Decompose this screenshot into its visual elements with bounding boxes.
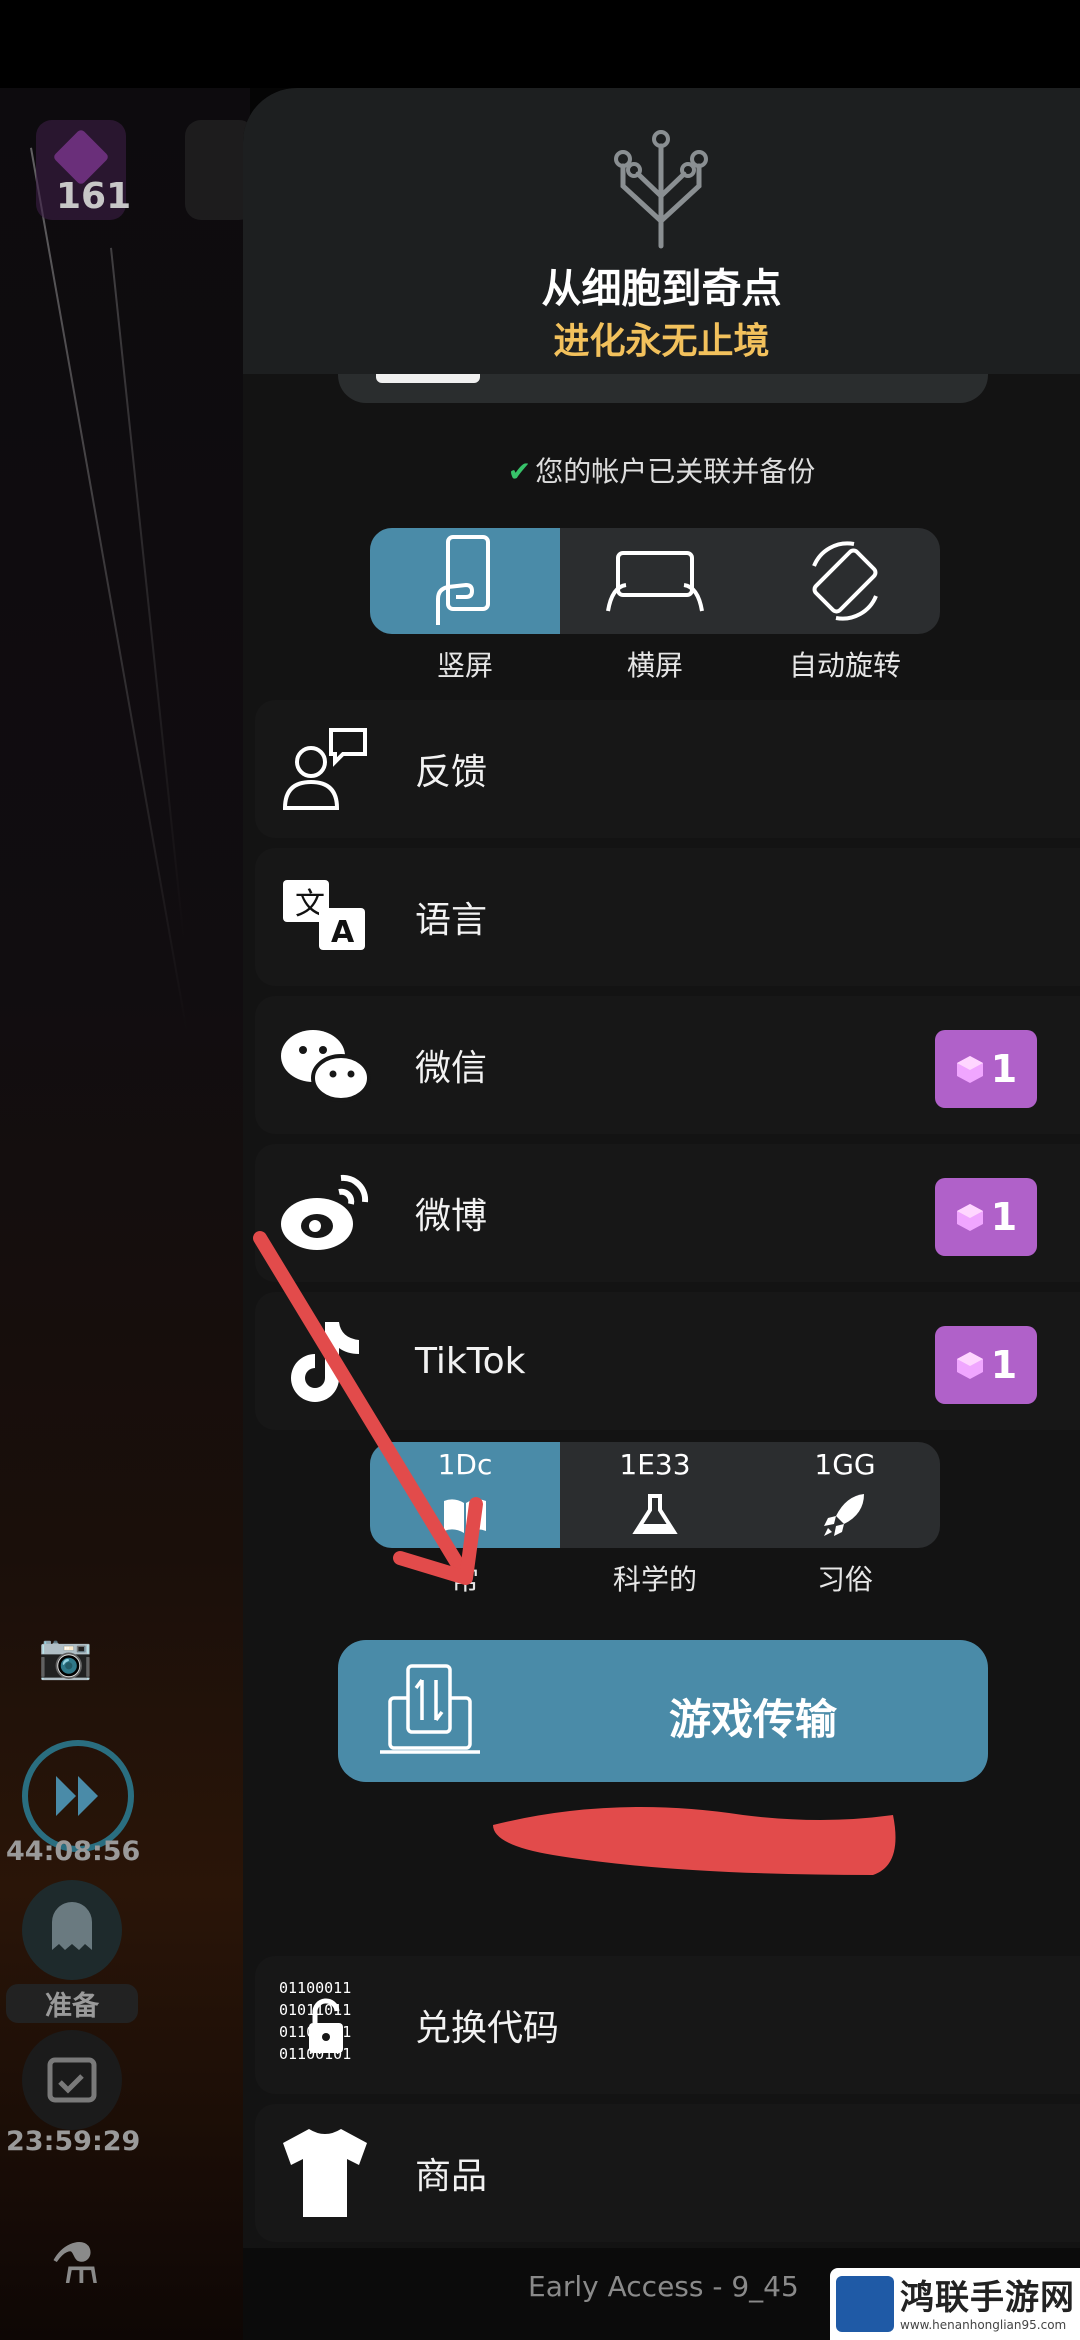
badge-value: 1 <box>990 1195 1018 1239</box>
number-format-custom[interactable]: 1GG <box>750 1442 940 1548</box>
gem-cube-icon <box>956 1056 983 1083</box>
menu-item-merchandise[interactable]: 商品 <box>255 2104 1080 2242</box>
orientation-landscape[interactable] <box>560 528 750 634</box>
account-status-text: 您的帐户已关联并备份 <box>535 455 816 488</box>
flask-icon[interactable]: ⚗ <box>50 2232 100 2297</box>
menu-label: 兑换代码 <box>415 2008 560 2049</box>
orientation-label: 自动旋转 <box>788 649 901 682</box>
menu-item-redeem-code[interactable]: 01100011 01011011 01100101 01100101 兑换代码 <box>255 1956 1080 2094</box>
ghost-button[interactable] <box>22 1880 122 1980</box>
status-bar <box>0 0 1080 88</box>
reward-badge: 1 <box>935 1030 1037 1108</box>
number-format-label: 习俗 <box>816 1563 873 1596</box>
number-format-scientific[interactable]: 1E33 <box>560 1442 750 1548</box>
gem-cube-icon <box>956 1204 983 1231</box>
landscape-phone-icon <box>606 551 704 612</box>
orientation-label: 竖屏 <box>436 649 493 682</box>
orientation-label: 横屏 <box>626 649 683 682</box>
camera-icon[interactable]: 📷 <box>38 1630 93 1682</box>
annotation-arrow <box>253 1231 483 1585</box>
game-transfer-button[interactable]: 游戏传输 <box>338 1640 988 1782</box>
svg-text:A: A <box>331 915 355 950</box>
timer-calendar: 23:59:29 <box>6 2126 141 2157</box>
orientation-auto-rotate[interactable] <box>750 528 940 634</box>
game-transfer-label: 游戏传输 <box>668 1695 837 1744</box>
account-status: ✔ 您的帐户已关联并备份 <box>243 450 1080 490</box>
site-watermark: 鸿联手游网 www.henanhonglian95.com <box>830 2268 1080 2340</box>
watermark-url: www.henanhonglian95.com <box>900 2318 1067 2332</box>
feedback-icon <box>282 728 367 810</box>
timer-fast-forward: 44:08:56 <box>6 1836 141 1867</box>
wechat-icon <box>281 1030 371 1102</box>
gem-count: 161 <box>56 176 132 217</box>
portrait-phone-icon <box>436 535 490 625</box>
menu-label: 商品 <box>415 2156 488 2197</box>
format-value: 1E33 <box>619 1448 691 1481</box>
orientation-selector <box>370 528 940 634</box>
calendar-button[interactable] <box>22 2030 122 2130</box>
menu-item-language[interactable]: 文 A 语言 <box>255 848 1080 986</box>
badge-value: 1 <box>990 1047 1018 1091</box>
gem-counter[interactable]: 161 <box>36 120 131 220</box>
rocket-icon <box>824 1494 864 1536</box>
menu-item-wechat[interactable]: 微信 1 <box>255 996 1080 1134</box>
app-title: 从细胞到奇点 <box>541 266 782 312</box>
ready-label: 准备 <box>6 1984 138 2023</box>
panel-header: 从细胞到奇点 进化永无止境 <box>243 88 1080 374</box>
rotate-icon <box>812 541 878 621</box>
svg-text:01100011: 01100011 <box>279 1979 351 1997</box>
app-subtitle: 进化永无止境 <box>553 321 770 362</box>
settings-panel: 从细胞到奇点 进化永无止境 ✔ 您的帐户已关联并备份 竖屏 横屏 自动旋转 反馈… <box>243 88 1080 2248</box>
orientation-portrait[interactable] <box>370 528 560 634</box>
evolution-tree-icon <box>614 130 708 249</box>
menu-label: 反馈 <box>415 752 488 793</box>
device-transfer-icon <box>380 1664 480 1754</box>
language-icon: 文 A <box>283 880 365 950</box>
fast-forward-icon <box>56 1776 98 1816</box>
gem-cube-icon <box>956 1352 983 1379</box>
menu-label: 微信 <box>415 1048 488 1089</box>
menu-label: 语言 <box>415 900 488 941</box>
check-icon: ✔ <box>507 455 532 488</box>
redeem-code-icon: 01100011 01011011 01100101 01100101 <box>279 1979 351 2063</box>
reward-badge: 1 <box>935 1326 1037 1404</box>
menu-item-feedback[interactable]: 反馈 <box>255 700 1080 838</box>
flask-icon <box>632 1494 678 1534</box>
format-value: 1GG <box>814 1448 876 1481</box>
orientation-labels: 竖屏 横屏 自动旋转 <box>370 644 940 684</box>
badge-value: 1 <box>990 1343 1018 1387</box>
watermark-logo <box>836 2276 894 2332</box>
number-format-label: 科学的 <box>612 1563 697 1596</box>
ghost-icon <box>52 1902 92 1950</box>
watermark-title: 鸿联手游网 <box>900 2278 1075 2318</box>
calendar-icon <box>47 2057 97 2103</box>
tshirt-icon <box>283 2129 367 2217</box>
annotation-scribble <box>493 1807 896 1875</box>
reward-badge: 1 <box>935 1178 1037 1256</box>
version-label: Early Access - 9_45 <box>528 2270 799 2303</box>
